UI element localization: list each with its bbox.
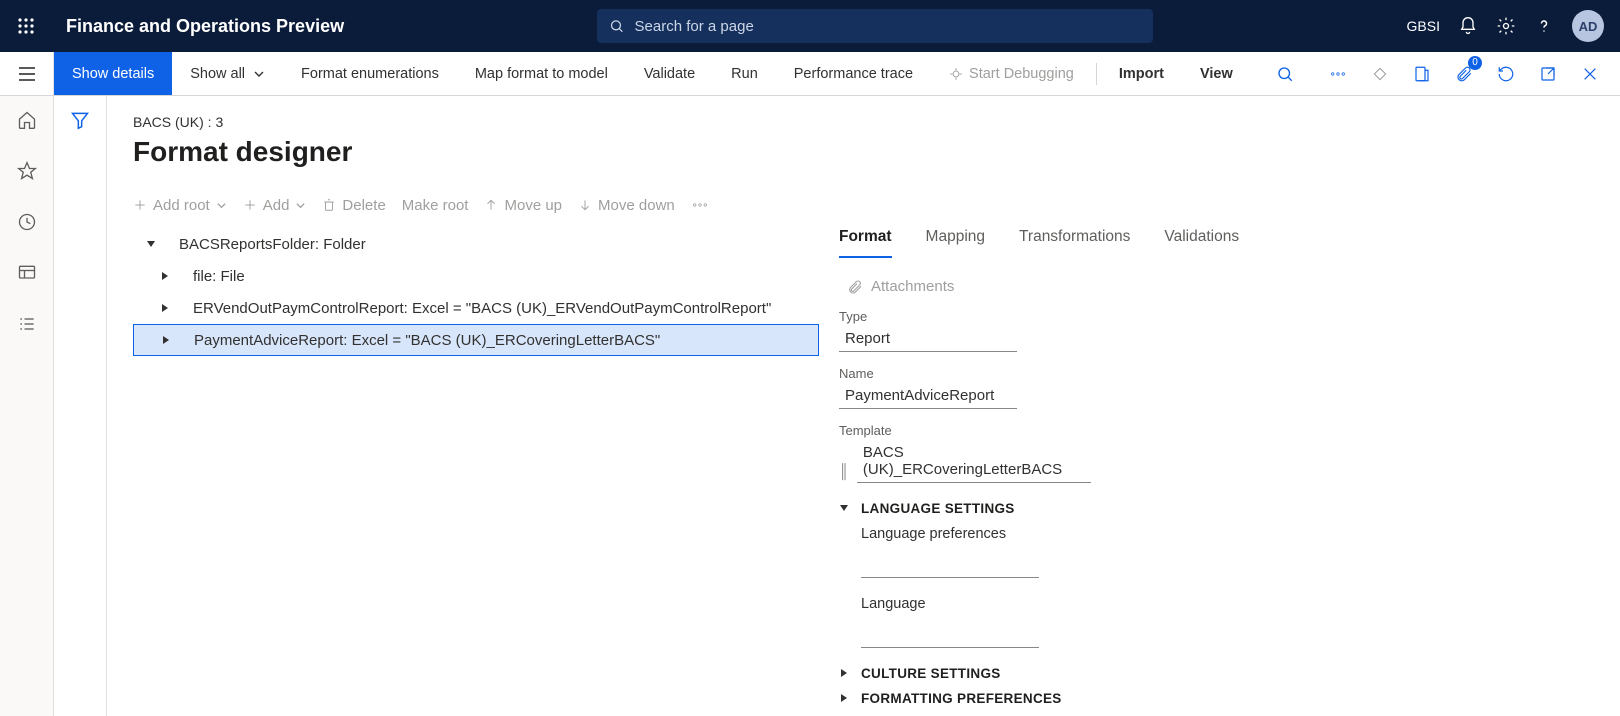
view-button[interactable]: View [1182, 52, 1251, 95]
name-field[interactable]: PaymentAdviceReport [839, 383, 1017, 409]
gear-icon[interactable] [1496, 16, 1516, 36]
language-preferences-label: Language preferences [861, 526, 1600, 542]
attachments-button[interactable]: Attachments [847, 278, 1600, 295]
tree-panel: BACSReportsFolder: Folder file: File ERV… [133, 228, 819, 706]
section-formatting-preferences[interactable]: FORMATTING PREFERENCES [839, 691, 1600, 706]
app-launcher-icon[interactable] [0, 0, 52, 52]
filter-icon[interactable] [70, 110, 90, 716]
company-code[interactable]: GBSI [1407, 18, 1440, 34]
action-bar: Show details Show all Format enumeration… [0, 52, 1620, 96]
name-label: Name [839, 366, 1600, 381]
breadcrumb: BACS (UK) : 3 [133, 114, 1620, 130]
caret-right-icon[interactable] [155, 303, 175, 313]
show-details-button[interactable]: Show details [54, 52, 172, 95]
tree-label: BACSReportsFolder: Folder [179, 236, 366, 253]
tree-label: file: File [193, 268, 245, 285]
home-icon[interactable] [17, 110, 37, 135]
show-all-button[interactable]: Show all [172, 52, 283, 95]
properties-panel: Format Mapping Transformations Validatio… [819, 228, 1620, 706]
language-field[interactable] [861, 622, 1039, 648]
tree-row-paymentadvice[interactable]: PaymentAdviceReport: Excel = "BACS (UK)_… [133, 324, 819, 356]
run-button[interactable]: Run [713, 52, 776, 95]
refresh-icon[interactable] [1492, 60, 1520, 88]
star-icon[interactable] [17, 161, 37, 186]
move-down-button[interactable]: Move down [578, 197, 675, 214]
type-label: Type [839, 309, 1600, 324]
tree-row-ervend[interactable]: ERVendOutPaymControlReport: Excel = "BAC… [133, 292, 819, 324]
app-title: Finance and Operations Preview [52, 16, 344, 37]
left-rail [0, 96, 54, 716]
avatar[interactable]: AD [1572, 10, 1604, 42]
tree-label: PaymentAdviceReport: Excel = "BACS (UK)_… [194, 332, 660, 349]
help-icon[interactable] [1534, 16, 1554, 36]
tree-label: ERVendOutPaymControlReport: Excel = "BAC… [193, 300, 771, 317]
tree-row-file[interactable]: file: File [133, 260, 819, 292]
start-debugging-button[interactable]: Start Debugging [931, 52, 1092, 95]
tree-more-icon[interactable] [691, 196, 709, 214]
format-enumerations-button[interactable]: Format enumerations [283, 52, 457, 95]
language-preferences-field[interactable] [861, 552, 1039, 578]
main-content: BACS (UK) : 3 Format designer Add root A… [107, 96, 1620, 716]
search-input[interactable] [635, 18, 1142, 35]
search-box[interactable] [597, 9, 1153, 43]
modules-icon[interactable] [17, 314, 37, 339]
tab-format[interactable]: Format [839, 228, 892, 258]
caret-right-icon[interactable] [155, 271, 175, 281]
search-wrap [597, 9, 1153, 43]
validate-button[interactable]: Validate [626, 52, 713, 95]
more-icon[interactable] [1324, 60, 1352, 88]
find-icon[interactable] [1271, 60, 1299, 88]
action-bar-right: 0 [1324, 60, 1620, 88]
caret-down-icon [839, 501, 851, 516]
caret-right-icon [839, 666, 851, 681]
tab-validations[interactable]: Validations [1164, 228, 1239, 258]
tree-toolbar: Add root Add Delete Make root Move up Mo… [133, 196, 1620, 214]
type-field[interactable]: Report [839, 326, 1017, 352]
recent-icon[interactable] [17, 212, 37, 237]
make-root-button[interactable]: Make root [402, 197, 469, 214]
language-label: Language [861, 596, 1600, 612]
popout-icon[interactable] [1534, 60, 1562, 88]
attachment-icon[interactable]: 0 [1450, 60, 1478, 88]
filter-column [54, 96, 107, 716]
section-culture-settings[interactable]: CULTURE SETTINGS [839, 666, 1600, 681]
tabs: Format Mapping Transformations Validatio… [839, 228, 1600, 258]
performance-trace-button[interactable]: Performance trace [776, 52, 931, 95]
move-up-button[interactable]: Move up [484, 197, 562, 214]
template-field[interactable]: BACS (UK)_ERCoveringLetterBACS [857, 440, 1091, 483]
template-label: Template [839, 423, 1600, 438]
office-icon[interactable] [1408, 60, 1436, 88]
top-header: Finance and Operations Preview GBSI AD [0, 0, 1620, 52]
caret-right-icon[interactable] [156, 335, 176, 345]
import-button[interactable]: Import [1101, 52, 1182, 95]
diamond-icon[interactable] [1366, 60, 1394, 88]
nav-toggle-icon[interactable] [0, 52, 54, 95]
map-format-button[interactable]: Map format to model [457, 52, 626, 95]
caret-right-icon [839, 691, 851, 706]
bell-icon[interactable] [1458, 16, 1478, 36]
separator [1096, 63, 1097, 85]
tab-transformations[interactable]: Transformations [1019, 228, 1130, 258]
add-button[interactable]: Add [243, 197, 307, 214]
tab-mapping[interactable]: Mapping [926, 228, 985, 258]
close-icon[interactable] [1576, 60, 1604, 88]
page-title: Format designer [133, 136, 1620, 168]
drag-handle-icon[interactable]: ║ [839, 463, 849, 483]
add-root-button[interactable]: Add root [133, 197, 227, 214]
section-language-settings[interactable]: LANGUAGE SETTINGS [839, 501, 1600, 516]
delete-button[interactable]: Delete [322, 197, 385, 214]
caret-down-icon[interactable] [141, 239, 161, 249]
tree-row-root[interactable]: BACSReportsFolder: Folder [133, 228, 819, 260]
workspace-icon[interactable] [17, 263, 37, 288]
workspace: BACS (UK) : 3 Format designer Add root A… [0, 96, 1620, 716]
attachment-badge: 0 [1468, 56, 1482, 70]
top-right: GBSI AD [1407, 10, 1620, 42]
